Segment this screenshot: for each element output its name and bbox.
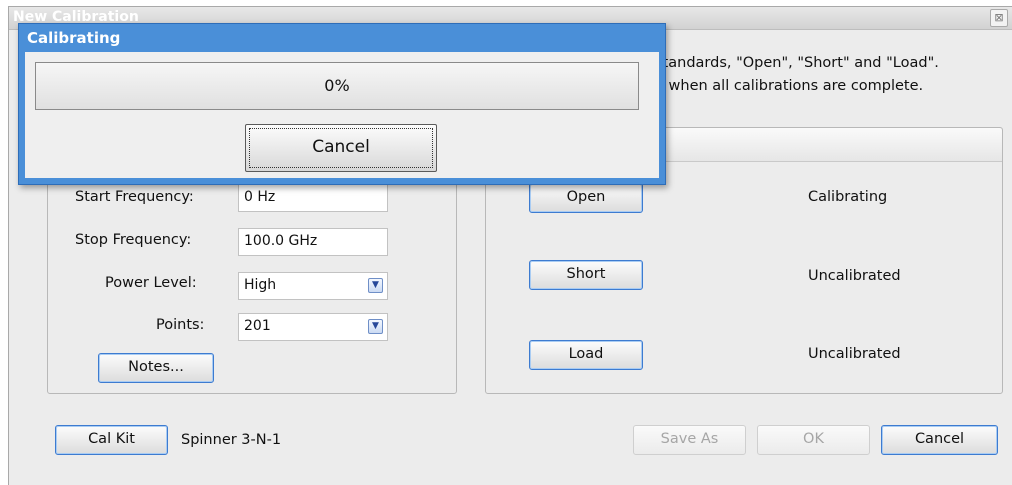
short-button[interactable]: Short	[529, 260, 643, 290]
power-level-label: Power Level:	[105, 275, 197, 291]
calibrating-dialog: Calibrating 0% Cancel	[18, 23, 666, 185]
cancel-button[interactable]: Cancel	[881, 425, 998, 455]
notes-button[interactable]: Notes...	[98, 353, 214, 383]
cal-kit-name: Spinner 3-N-1	[181, 432, 282, 448]
open-button[interactable]: Open	[529, 183, 643, 213]
points-label: Points:	[156, 317, 205, 333]
chevron-down-icon[interactable]: ▼	[368, 278, 383, 293]
calibrating-cancel-button[interactable]: Cancel	[245, 124, 437, 172]
save-as-button[interactable]: Save As	[633, 425, 746, 455]
power-level-value: High	[244, 277, 277, 293]
ok-button[interactable]: OK	[757, 425, 870, 455]
power-level-select[interactable]: High ▼	[238, 272, 388, 300]
stop-frequency-label: Stop Frequency:	[75, 232, 192, 248]
close-icon[interactable]: ⊠	[990, 9, 1008, 27]
progress-bar: 0%	[35, 62, 639, 110]
instructions-line-2: e when all calibrations are complete.	[655, 78, 924, 94]
start-frequency-label: Start Frequency:	[75, 189, 194, 205]
instructions-text: standards, "Open", "Short" and "Load". e…	[655, 52, 939, 98]
open-status: Calibrating	[808, 189, 888, 205]
stop-frequency-field[interactable]: 100.0 GHz	[238, 228, 388, 256]
calibrating-dialog-title: Calibrating	[27, 29, 121, 47]
start-frequency-field[interactable]: 0 Hz	[238, 184, 388, 212]
progress-text: 0%	[324, 76, 350, 95]
load-status: Uncalibrated	[808, 346, 901, 362]
load-button[interactable]: Load	[529, 340, 643, 370]
calibrating-dialog-body: 0% Cancel	[25, 52, 659, 178]
short-status: Uncalibrated	[808, 268, 901, 284]
cal-kit-button[interactable]: Cal Kit	[55, 425, 168, 455]
chevron-down-icon[interactable]: ▼	[368, 319, 383, 334]
points-value: 201	[244, 318, 271, 334]
instructions-line-1: standards, "Open", "Short" and "Load".	[655, 55, 939, 71]
points-select[interactable]: 201 ▼	[238, 313, 388, 341]
